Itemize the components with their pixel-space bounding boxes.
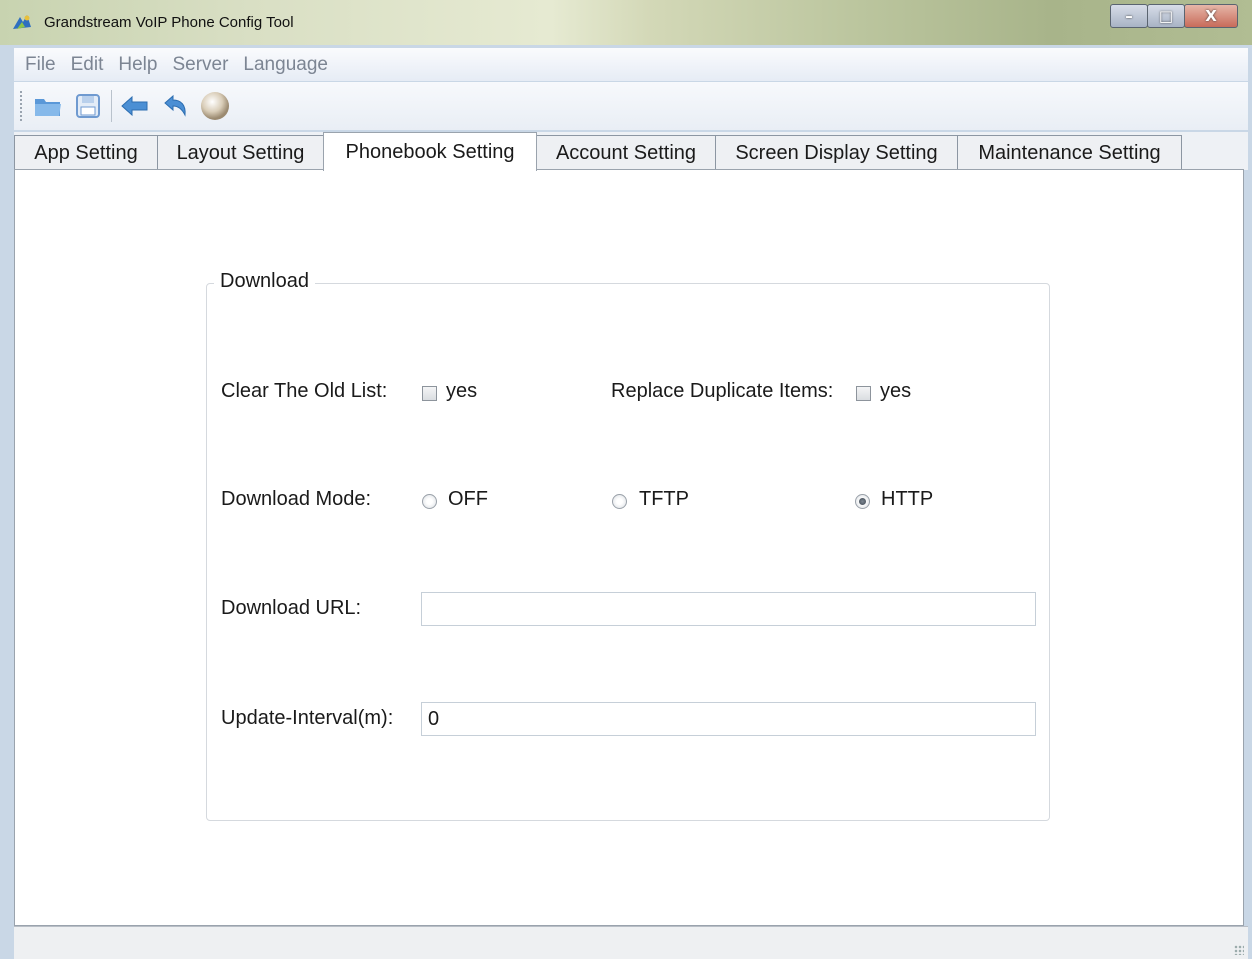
- menu-bar: File Edit Help Server Language: [14, 48, 1248, 81]
- replace-duplicates-label: Replace Duplicate Items:: [611, 380, 834, 402]
- download-group-title: Download: [214, 270, 315, 293]
- close-icon: X: [1205, 7, 1217, 25]
- replace-duplicates-checkbox[interactable]: [856, 386, 871, 401]
- toolbar: [14, 82, 1248, 130]
- minimize-icon: –: [1125, 7, 1133, 25]
- tab-screen-display-setting[interactable]: Screen Display Setting: [715, 135, 958, 170]
- maximize-button[interactable]: □: [1147, 4, 1185, 28]
- menu-edit[interactable]: Edit: [71, 54, 104, 76]
- close-button[interactable]: X: [1184, 4, 1238, 28]
- toolbar-separator: [111, 90, 112, 122]
- clear-old-list-option: yes: [446, 380, 478, 402]
- clear-old-list-checkbox[interactable]: [422, 386, 437, 401]
- toolbar-grip[interactable]: [20, 91, 25, 121]
- tab-layout-setting[interactable]: Layout Setting: [157, 135, 324, 170]
- window-controls: – □ X: [1110, 4, 1238, 30]
- resize-grip-icon[interactable]: [1234, 945, 1244, 955]
- tab-bar: App Setting Layout Setting Phonebook Set…: [14, 132, 1248, 171]
- update-interval-input[interactable]: [421, 702, 1036, 736]
- update-interval-label: Update-Interval(m):: [221, 707, 394, 729]
- orb-icon[interactable]: [198, 89, 232, 123]
- menu-file[interactable]: File: [25, 54, 56, 76]
- download-url-input[interactable]: [421, 592, 1036, 626]
- window-title: Grandstream VoIP Phone Config Tool: [44, 14, 294, 31]
- mode-off-label: OFF: [448, 488, 488, 510]
- open-folder-icon[interactable]: [31, 89, 65, 123]
- undo-icon[interactable]: [158, 89, 192, 123]
- tab-maintenance-setting[interactable]: Maintenance Setting: [957, 135, 1182, 170]
- clear-old-list-label: Clear The Old List:: [221, 380, 388, 402]
- save-icon[interactable]: [71, 89, 105, 123]
- tab-account-setting[interactable]: Account Setting: [536, 135, 716, 170]
- download-mode-label: Download Mode:: [221, 488, 372, 510]
- tab-phonebook-setting[interactable]: Phonebook Setting: [323, 132, 537, 171]
- mode-off-radio[interactable]: [422, 494, 437, 509]
- mode-http-radio[interactable]: [855, 494, 870, 509]
- status-bar: [14, 926, 1248, 959]
- tab-app-setting[interactable]: App Setting: [14, 135, 158, 170]
- minimize-button[interactable]: –: [1110, 4, 1148, 28]
- title-bar: Grandstream VoIP Phone Config Tool – □ X: [0, 0, 1252, 45]
- menu-language[interactable]: Language: [243, 54, 328, 76]
- app-logo-icon: [11, 13, 33, 33]
- menu-help[interactable]: Help: [118, 54, 157, 76]
- mode-tftp-radio[interactable]: [612, 494, 627, 509]
- download-group: [206, 283, 1050, 821]
- back-arrow-icon[interactable]: [118, 89, 152, 123]
- mode-tftp-label: TFTP: [639, 488, 689, 510]
- download-url-label: Download URL:: [221, 597, 362, 619]
- replace-duplicates-option: yes: [880, 380, 912, 402]
- menu-server[interactable]: Server: [172, 54, 228, 76]
- maximize-icon: □: [1158, 7, 1174, 25]
- mode-http-label: HTTP: [881, 488, 934, 510]
